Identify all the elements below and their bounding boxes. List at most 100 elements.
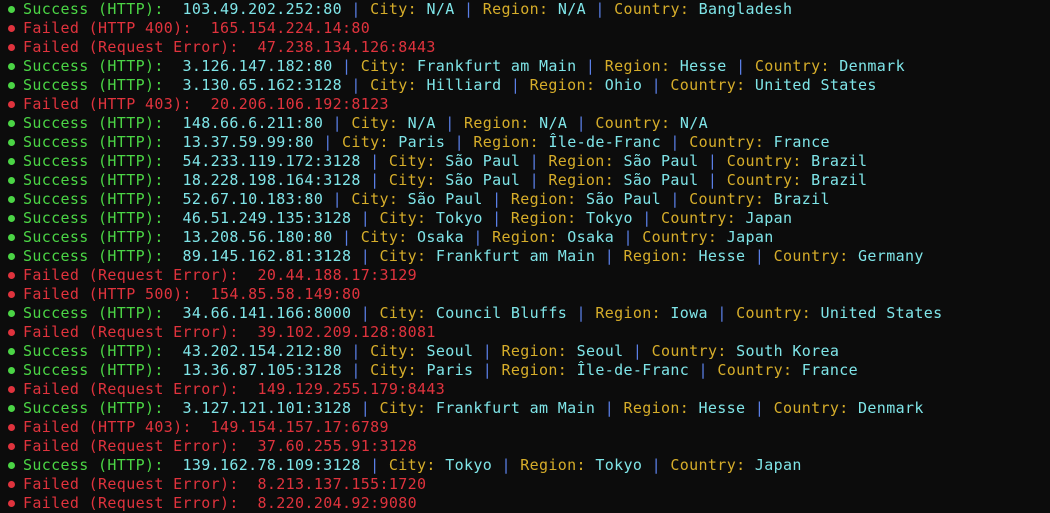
log-line-success: Success (HTTP): 52.67.10.183:80 | City: … <box>8 190 1048 209</box>
region-label: Region: <box>529 76 596 94</box>
separator: | <box>604 247 615 265</box>
separator: | <box>604 399 615 417</box>
separator: | <box>332 190 342 208</box>
proxy-address: 47.238.134.126:8443 <box>257 38 436 56</box>
log-line-failed: Failed (Request Error): 37.60.255.91:312… <box>8 437 1048 456</box>
separator: | <box>754 247 765 265</box>
city-label: City: <box>379 399 427 417</box>
region-value: N/A <box>557 0 586 18</box>
separator: | <box>351 0 361 18</box>
proxy-address: 46.51.249.135:3128 <box>182 209 352 227</box>
separator: | <box>473 228 483 246</box>
city-label: City: <box>370 361 418 379</box>
success-bullet-icon <box>8 367 15 374</box>
status-text: Success (HTTP): <box>23 0 164 18</box>
proxy-address: 39.102.209.128:8081 <box>257 323 436 341</box>
separator: | <box>754 399 765 417</box>
city-value: São Paul <box>445 152 521 170</box>
country-label: Country: <box>642 228 718 246</box>
region-label: Region: <box>464 114 530 132</box>
country-label: Country: <box>670 76 746 94</box>
status-text: Success (HTTP): <box>23 171 164 189</box>
country-label: Country: <box>689 190 765 208</box>
success-bullet-icon <box>8 348 15 355</box>
status-text: Success (HTTP): <box>23 209 164 227</box>
country-label: Country: <box>595 114 671 132</box>
success-bullet-icon <box>8 6 15 13</box>
separator: | <box>529 152 540 170</box>
log-line-failed: Failed (HTTP 403): 20.206.106.192:8123 <box>8 95 1048 114</box>
failed-bullet-icon <box>8 481 15 488</box>
proxy-address: 13.36.87.105:3128 <box>182 361 342 379</box>
city-value: N/A <box>426 0 455 18</box>
separator: | <box>370 152 380 170</box>
proxy-address: 148.66.6.211:80 <box>182 114 324 132</box>
separator: | <box>529 171 540 189</box>
region-label: Region: <box>548 171 615 189</box>
status-text: Failed (Request Error): <box>23 266 239 284</box>
success-bullet-icon <box>8 158 15 165</box>
region-label: Region: <box>548 152 615 170</box>
success-bullet-icon <box>8 405 15 412</box>
separator: | <box>370 456 380 474</box>
separator: | <box>670 133 680 151</box>
country-label: Country: <box>754 57 830 75</box>
failed-bullet-icon <box>8 500 15 507</box>
status-text: Failed (Request Error): <box>23 323 239 341</box>
city-value: Seoul <box>426 342 474 360</box>
log-line-success: Success (HTTP): 3.127.121.101:3128 | Cit… <box>8 399 1048 418</box>
status-text: Failed (Request Error): <box>23 475 239 493</box>
success-bullet-icon <box>8 139 15 146</box>
city-label: City: <box>388 152 436 170</box>
separator: | <box>370 171 380 189</box>
status-text: Failed (HTTP 400): <box>23 19 192 37</box>
country-label: Country: <box>726 171 802 189</box>
separator: | <box>670 190 680 208</box>
country-label: Country: <box>661 209 737 227</box>
log-line-success: Success (HTTP): 18.228.198.164:3128 | Ci… <box>8 171 1048 190</box>
region-value: Iowa <box>670 304 708 322</box>
country-label: Country: <box>773 399 849 417</box>
status-text: Failed (Request Error): <box>23 437 239 455</box>
country-label: Country: <box>717 361 793 379</box>
country-value: France <box>801 361 859 379</box>
region-value: Hesse <box>698 247 746 265</box>
region-value: Tokyo <box>585 209 633 227</box>
city-value: Paris <box>426 361 474 379</box>
status-text: Success (HTTP): <box>23 456 164 474</box>
city-value: Frankfurt am Main <box>435 247 596 265</box>
log-line-success: Success (HTTP): 43.202.154.212:80 | City… <box>8 342 1048 361</box>
status-text: Success (HTTP): <box>23 342 164 360</box>
region-label: Region: <box>501 361 568 379</box>
region-label: Region: <box>520 456 586 474</box>
log-line-success: Success (HTTP): 139.162.78.109:3128 | Ci… <box>8 456 1048 475</box>
region-value: São Paul <box>623 171 699 189</box>
separator: | <box>360 304 371 322</box>
proxy-address: 103.49.202.252:80 <box>182 0 342 18</box>
city-value: Frankfurt am Main <box>417 57 577 75</box>
city-label: City: <box>370 76 418 94</box>
failed-bullet-icon <box>8 272 15 279</box>
country-label: Country: <box>670 456 746 474</box>
separator: | <box>341 228 352 246</box>
region-label: Region: <box>482 0 549 18</box>
status-text: Success (HTTP): <box>23 190 164 208</box>
proxy-address: 3.126.147.182:80 <box>182 57 333 75</box>
proxy-address: 89.145.162.81:3128 <box>182 247 352 265</box>
proxy-address: 13.208.56.180:80 <box>182 228 333 246</box>
success-bullet-icon <box>8 82 15 89</box>
city-value: São Paul <box>407 190 483 208</box>
separator: | <box>360 399 371 417</box>
region-label: Region: <box>623 247 690 265</box>
country-label: Country: <box>689 133 765 151</box>
separator: | <box>585 57 596 75</box>
success-bullet-icon <box>8 310 15 317</box>
city-value: Tokyo <box>435 209 483 227</box>
region-label: Region: <box>623 399 690 417</box>
city-value: N/A <box>407 114 436 132</box>
log-line-failed: Failed (Request Error): 149.129.255.179:… <box>8 380 1048 399</box>
success-bullet-icon <box>8 234 15 241</box>
separator: | <box>323 133 333 151</box>
country-value: United States <box>754 76 877 94</box>
region-value: Hesse <box>679 57 727 75</box>
